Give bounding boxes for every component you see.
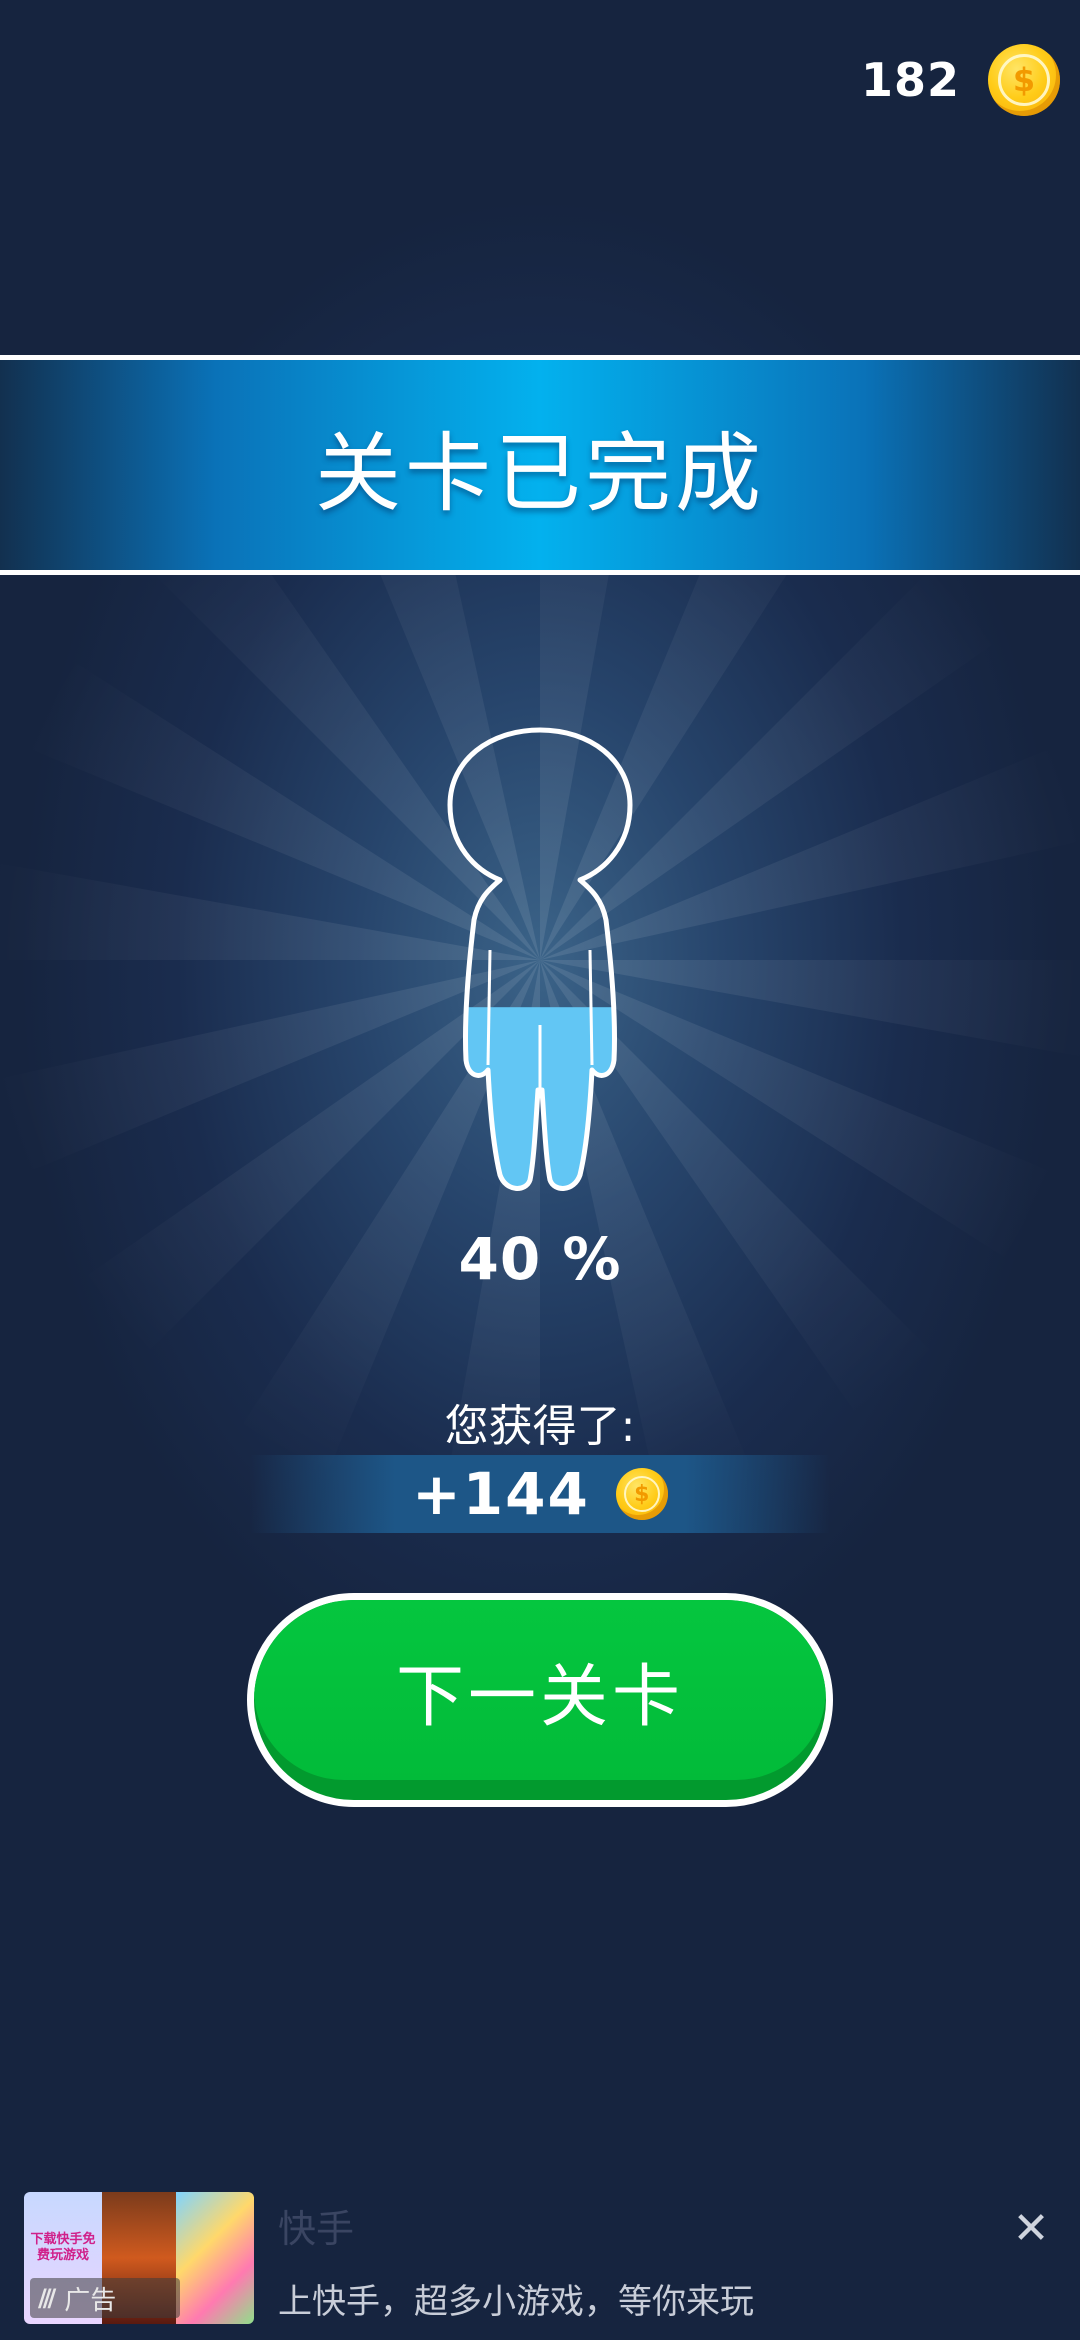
kuaishou-logo-icon: ///	[38, 2284, 56, 2312]
reward-label: 您获得了:	[444, 1401, 636, 1452]
banner-title: 关卡已完成	[315, 423, 765, 524]
character-progress-figure	[447, 727, 633, 1191]
progress-percent: 40 %	[458, 1225, 622, 1293]
ad-app-name[interactable]: 快手	[278, 2198, 354, 2253]
ad-thumbnail[interactable]: 下载快手免费玩游戏 /// 广告	[24, 2192, 254, 2324]
ad-description[interactable]: 上快手，超多小游戏，等你来玩	[278, 2274, 754, 2323]
level-complete-banner: 关卡已完成	[0, 355, 1080, 575]
coin-icon: $	[615, 1468, 668, 1520]
next-level-label: 下一关卡	[395, 1657, 684, 1737]
coin-count: 182	[860, 53, 960, 107]
ad-badge: /// 广告	[30, 2278, 180, 2318]
reward-amount: +144	[412, 1460, 590, 1528]
coin-counter: 182 $	[861, 40, 1060, 120]
level-complete-screen: 182 $ 关卡已完成 40 % 您获得了: +144 $ 下一关卡 下载快手免…	[0, 0, 1080, 2340]
ad-thumb-text: 下载快手免费玩游戏	[30, 2232, 96, 2263]
reward-bar: +144 $	[250, 1455, 830, 1533]
coin-icon: $	[988, 44, 1060, 116]
ad-badge-label: 广告	[64, 2285, 117, 2316]
ad-banner[interactable]: 下载快手免费玩游戏 /// 广告 快手 上快手，超多小游戏，等你来玩 ✕	[0, 2180, 1080, 2340]
next-level-button[interactable]: 下一关卡	[247, 1593, 833, 1807]
close-icon[interactable]: ✕	[1008, 2206, 1054, 2252]
